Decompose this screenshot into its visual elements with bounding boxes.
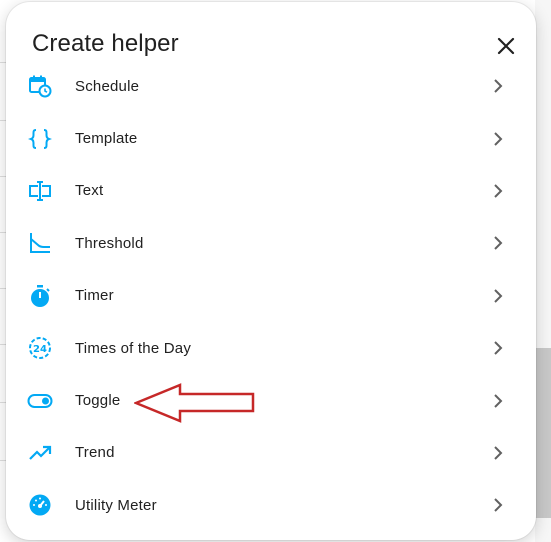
svg-text:24: 24 xyxy=(33,344,47,355)
helper-item-template[interactable]: Template xyxy=(6,112,536,164)
helper-label: Threshold xyxy=(75,234,144,252)
hours-24-icon: 24 xyxy=(27,335,53,361)
helper-label: Text xyxy=(75,182,104,200)
chevron-right-icon xyxy=(490,445,506,461)
trending-up-icon xyxy=(27,440,53,466)
helper-item-toggle[interactable]: Toggle xyxy=(6,374,536,426)
helper-item-text[interactable]: Text xyxy=(6,165,536,217)
chevron-right-icon xyxy=(490,235,506,251)
helper-label: Template xyxy=(75,130,138,148)
toggle-switch-icon xyxy=(27,388,53,414)
close-button[interactable] xyxy=(492,32,520,60)
create-helper-dialog: Create helper Schedule Template Text Thr… xyxy=(6,2,536,540)
helper-item-trend[interactable]: Trend xyxy=(6,427,536,479)
helper-label: Utility Meter xyxy=(75,496,157,514)
threshold-icon xyxy=(27,230,53,256)
helper-item-schedule[interactable]: Schedule xyxy=(6,60,536,112)
chevron-right-icon xyxy=(490,183,506,199)
helper-item-timer[interactable]: Timer xyxy=(6,270,536,322)
chevron-right-icon xyxy=(490,78,506,94)
red-arrow-annotation-icon xyxy=(134,383,255,423)
helper-label: Toggle xyxy=(75,392,121,410)
speedometer-icon xyxy=(27,492,53,518)
chevron-right-icon xyxy=(490,288,506,304)
helper-item-times-of-the-day[interactable]: 24 Times of the Day xyxy=(6,322,536,374)
helper-label: Trend xyxy=(75,444,115,462)
dialog-title: Create helper xyxy=(32,30,179,57)
background-scrollbar-thumb[interactable] xyxy=(535,348,551,518)
helper-list: Schedule Template Text Threshold Timer 2… xyxy=(6,60,536,532)
helper-label: Schedule xyxy=(75,77,140,95)
code-braces-icon xyxy=(27,126,53,152)
helper-label: Times of the Day xyxy=(75,339,192,357)
calendar-clock-icon xyxy=(27,73,53,99)
chevron-right-icon xyxy=(490,340,506,356)
helper-item-threshold[interactable]: Threshold xyxy=(6,217,536,269)
form-textbox-icon xyxy=(27,178,53,204)
timer-icon xyxy=(27,283,53,309)
helper-label: Timer xyxy=(75,287,114,305)
helper-item-utility-meter[interactable]: Utility Meter xyxy=(6,479,536,531)
close-icon xyxy=(497,37,515,55)
chevron-right-icon xyxy=(490,497,506,513)
chevron-right-icon xyxy=(490,393,506,409)
chevron-right-icon xyxy=(490,131,506,147)
